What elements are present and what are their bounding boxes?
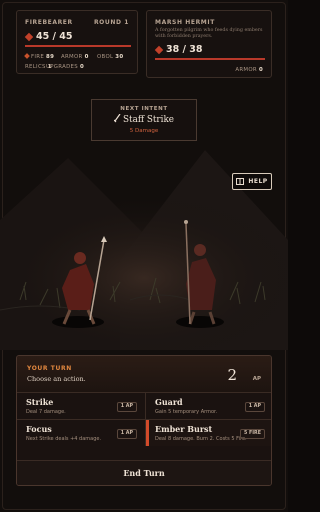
turn-title: YOUR TURN [27, 365, 72, 372]
end-turn-button[interactable]: End Turn [17, 460, 271, 485]
action-strike[interactable]: Strike Deal 7 damage. 1 AP [17, 392, 145, 419]
stat-obol: OBOL 30 [97, 54, 124, 60]
enemy-hp-value: 38 / 38 [166, 44, 203, 55]
ground-shadow-right [176, 316, 224, 328]
stat-upgrades: UPGRADES 0 [46, 64, 85, 70]
enemy-armor: ARMOR 0 [235, 67, 263, 73]
action-guard[interactable]: Guard Gain 5 temporary Armor. 1 AP [145, 392, 271, 419]
action-focus[interactable]: Focus Next Strike deals +4 damage. 1 AP [17, 419, 145, 446]
cost-badge: 1 AP [116, 429, 137, 439]
ap-value: 2 [227, 366, 237, 384]
enemy-description: A forgotten pilgrim who feeds dying embe… [155, 28, 263, 39]
next-intent-panel: NEXT INTENT Staff Strike 5 Damage [91, 99, 197, 141]
enemy-hp: 38 / 38 [154, 44, 203, 55]
player-hp-bar [25, 45, 131, 47]
stat-fire: FIRE 89 [24, 53, 54, 60]
player-hp-fill [25, 45, 131, 47]
intent-damage: 5 Damage [129, 128, 159, 134]
turn-subtitle: Choose an action. [27, 375, 86, 383]
round-counter: ROUND 1 [93, 19, 129, 26]
cost-badge: 1 AP [244, 402, 265, 412]
ap-label: AP [252, 376, 261, 382]
help-button[interactable]: HELP [232, 173, 272, 190]
player-name: FIREBEARER [25, 19, 73, 26]
cost-badge: 5 FIRE [239, 429, 265, 439]
ground-shadow-left [52, 316, 104, 328]
stat-armor: ARMOR 0 [61, 54, 89, 60]
sword-icon [113, 113, 121, 123]
health-icon [24, 32, 34, 41]
help-label: HELP [248, 178, 268, 185]
game-screen: FIREBEARER ROUND 1 45 / 45 FIRE 89 ARMOR 0… [0, 0, 288, 512]
player-hp-value: 45 / 45 [36, 31, 73, 42]
intent-name: Staff Strike [92, 113, 196, 125]
ember-highlight [146, 420, 149, 446]
turn-header: YOUR TURN Choose an action. 2 AP [17, 356, 271, 392]
intent-label: NEXT INTENT [120, 106, 168, 112]
action-ember-burst[interactable]: Ember Burst Deal 8 damage. Burn 2. Costs… [145, 419, 271, 446]
book-icon [236, 178, 245, 185]
fire-icon [24, 53, 30, 59]
player-hp: 45 / 45 [24, 31, 73, 42]
scene-glow [0, 190, 288, 350]
enemy-name: MARSH HERMIT [155, 19, 215, 26]
player-panel: FIREBEARER ROUND 1 45 / 45 FIRE 89 ARMOR 0… [16, 10, 138, 74]
enemy-hp-bar [155, 58, 265, 60]
action-panel: YOUR TURN Choose an action. 2 AP Strike … [16, 355, 272, 486]
health-icon [154, 45, 164, 54]
enemy-panel: MARSH HERMIT A forgotten pilgrim who fee… [146, 10, 272, 78]
enemy-hp-fill [155, 58, 265, 60]
cost-badge: 1 AP [116, 402, 137, 412]
